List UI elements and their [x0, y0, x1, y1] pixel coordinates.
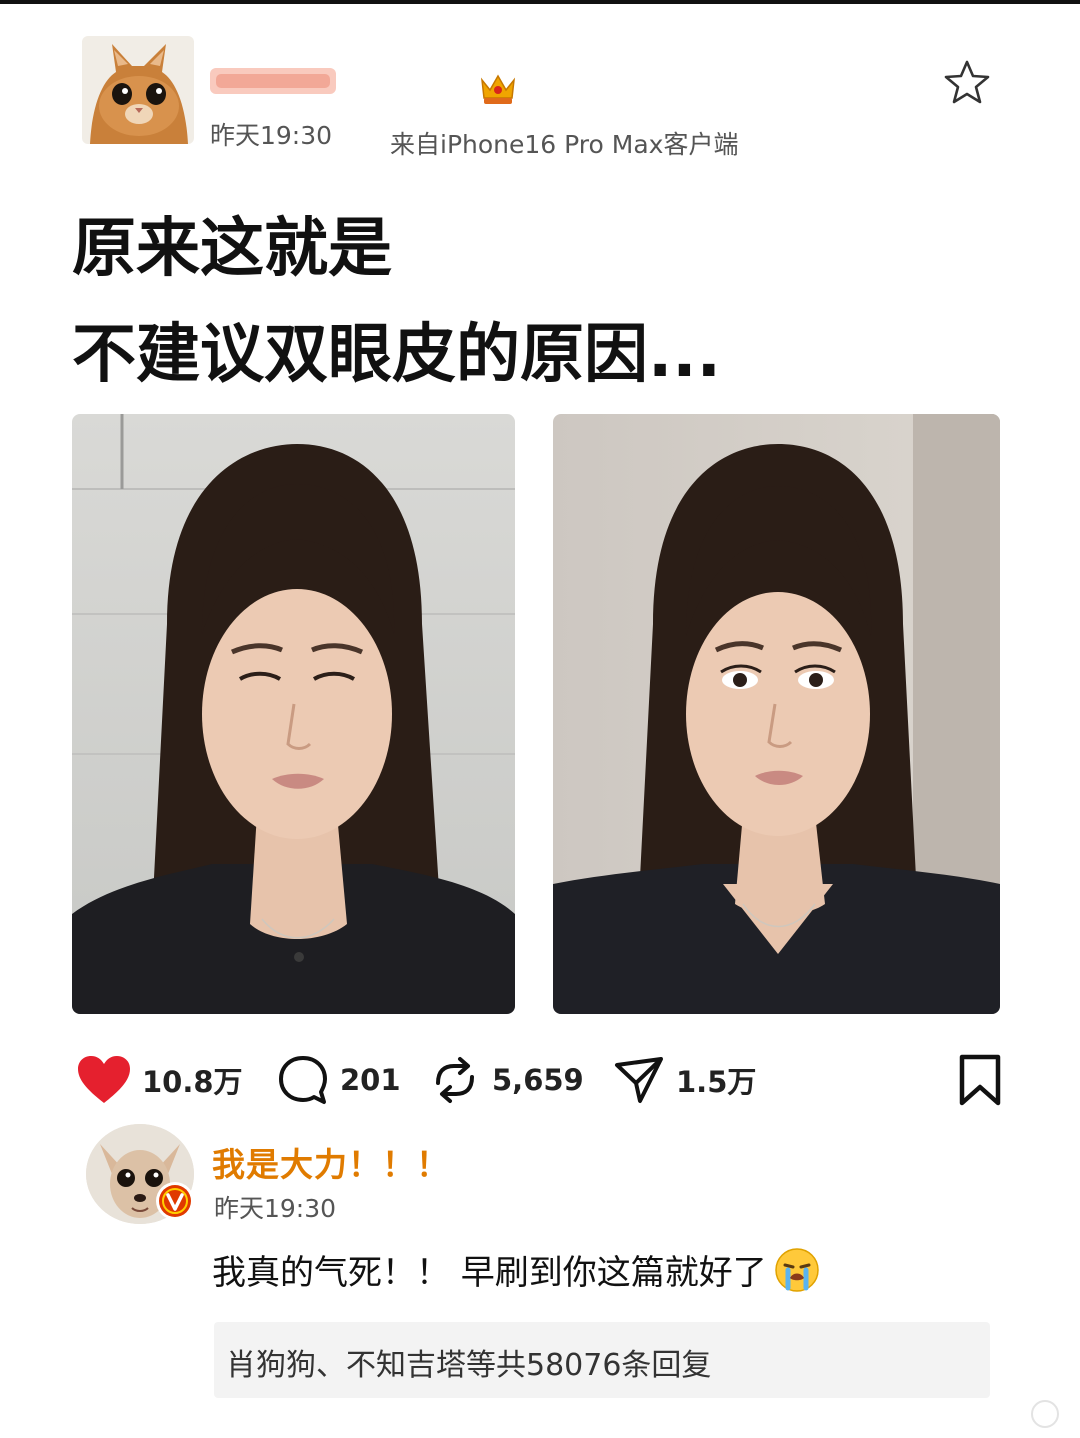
like-button[interactable]: 10.8万: [76, 1052, 243, 1108]
post-action-bar: 10.8万 201 5,659 1.5万: [72, 1052, 1012, 1108]
post-source-client: 来自iPhone16 Pro Max客户端: [390, 130, 739, 159]
star-icon[interactable]: [942, 58, 992, 106]
repost-icon: [428, 1053, 482, 1107]
share-icon: [612, 1053, 666, 1107]
watermark: [1030, 1396, 1068, 1432]
share-button[interactable]: 1.5万: [612, 1052, 756, 1108]
comment-button[interactable]: 201: [276, 1052, 401, 1108]
comment-count: 201: [340, 1063, 401, 1097]
repost-button[interactable]: 5,659: [428, 1052, 584, 1108]
weibo-post-screen: 昨天19:30 来自iPhone16 Pro Max客户端 原来这就是 不建议双…: [0, 0, 1080, 1438]
verified-v-icon: [154, 1180, 196, 1222]
author-name-obscured[interactable]: [208, 62, 338, 100]
watermark-logo-icon: [1030, 1399, 1060, 1429]
like-count: 10.8万: [142, 1065, 243, 1099]
post-title-line-1: 原来这就是: [72, 212, 392, 286]
post-title: 原来这就是 不建议双眼皮的原因...: [72, 196, 721, 408]
commenter-name[interactable]: 我是大力！！！: [212, 1138, 450, 1186]
comment-body: 我真的气死！！ 早刷到你这篇就好了: [212, 1245, 821, 1294]
replies-summary-link[interactable]: 肖狗狗、不知吉塔等共58076条回复: [214, 1322, 990, 1398]
heart-icon: [76, 1055, 132, 1105]
bookmark-icon: [956, 1053, 1004, 1107]
crying-emoji-icon: [773, 1246, 821, 1294]
comment-text: 我真的气死！！ 早刷到你这篇就好了: [212, 1253, 767, 1293]
post-image-before[interactable]: [72, 414, 515, 1014]
share-count: 1.5万: [676, 1065, 757, 1099]
author-avatar[interactable]: [82, 36, 194, 144]
top-edge: [0, 0, 1080, 4]
post-image-after[interactable]: [553, 414, 1000, 1014]
bookmark-button[interactable]: [956, 1052, 1004, 1108]
comment-bubble-icon: [276, 1053, 330, 1107]
crown-icon: [478, 70, 518, 108]
repost-count: 5,659: [492, 1063, 584, 1097]
post-title-line-2: 不建议双眼皮的原因...: [72, 318, 721, 392]
post-timestamp: 昨天19:30: [210, 121, 333, 150]
replies-summary-text: 肖狗狗、不知吉塔等共58076条回复: [226, 1348, 712, 1383]
comment-timestamp: 昨天19:30: [214, 1194, 337, 1223]
